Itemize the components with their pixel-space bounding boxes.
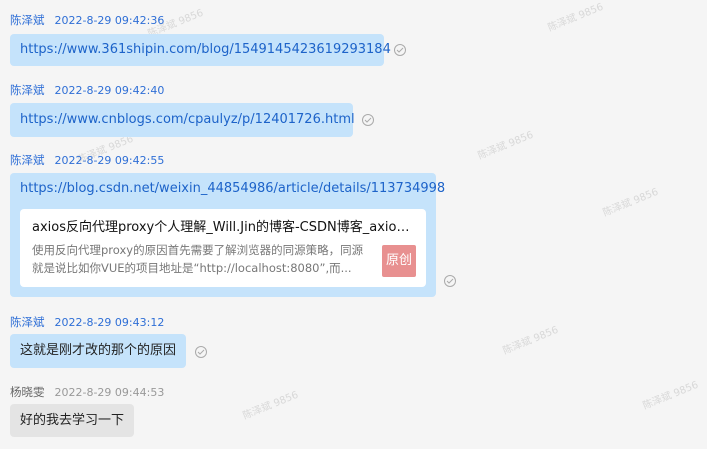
message-header: 陈泽斌 2022-8-29 09:42:40 bbox=[10, 82, 165, 97]
check-circle-icon bbox=[394, 44, 406, 56]
message-link[interactable]: https://www.361shipin.com/blog/154914542… bbox=[20, 42, 391, 57]
message-bubble: https://www.361shipin.com/blog/154914542… bbox=[10, 34, 391, 66]
check-circle-icon bbox=[195, 346, 207, 358]
message: 陈泽斌 2022-8-29 09:42:40 https://www.cnblo… bbox=[10, 82, 374, 137]
check-circle-icon bbox=[444, 275, 456, 287]
link-preview-title: axios反向代理proxy个人理解_Will.Jin的博客-CSDN博客_ax… bbox=[32, 220, 412, 235]
message-header: 陈泽斌 2022-8-29 09:43:12 bbox=[10, 314, 165, 329]
link-preview-description: 使用反向代理proxy的原因首先需要了解浏览器的同源策略，同源 就是说比如你VU… bbox=[32, 243, 364, 275]
timestamp: 2022-8-29 09:44:53 bbox=[54, 386, 165, 399]
message: 杨晓雯 2022-8-29 09:44:53 好的我去学习一下 bbox=[10, 384, 165, 437]
message-bubble: https://www.cnblogs.com/cpaulyz/p/124017… bbox=[10, 103, 355, 137]
message-header: 杨晓雯 2022-8-29 09:44:53 bbox=[10, 384, 165, 399]
sender-name: 杨晓雯 bbox=[10, 385, 45, 399]
sender-name: 陈泽斌 bbox=[10, 83, 45, 97]
check-circle-icon bbox=[362, 114, 374, 126]
message-header: 陈泽斌 2022-8-29 09:42:55 bbox=[10, 152, 165, 167]
timestamp: 2022-8-29 09:42:36 bbox=[54, 14, 165, 27]
watermark: 陈泽斌 9856 bbox=[476, 129, 535, 162]
watermark: 陈泽斌 9856 bbox=[501, 324, 560, 357]
watermark: 陈泽斌 9856 bbox=[601, 186, 660, 219]
message: 陈泽斌 2022-8-29 09:42:55 https://blog.csdn… bbox=[10, 152, 456, 297]
message: 陈泽斌 2022-8-29 09:43:12 这就是刚才改的那个的原因 bbox=[10, 314, 207, 368]
timestamp: 2022-8-29 09:42:55 bbox=[54, 154, 165, 167]
timestamp: 2022-8-29 09:42:40 bbox=[54, 84, 165, 97]
message-link[interactable]: https://www.cnblogs.com/cpaulyz/p/124017… bbox=[20, 112, 355, 127]
original-badge: 原创 bbox=[382, 245, 416, 277]
message-bubble: 这就是刚才改的那个的原因 bbox=[10, 334, 186, 368]
message-bubble: 好的我去学习一下 bbox=[10, 404, 134, 437]
message: 陈泽斌 2022-8-29 09:42:36 https://www.361sh… bbox=[10, 12, 406, 66]
watermark: 陈泽斌 9856 bbox=[546, 1, 605, 34]
message-bubble: https://blog.csdn.net/weixin_44854986/ar… bbox=[10, 173, 445, 297]
message-header: 陈泽斌 2022-8-29 09:42:36 bbox=[10, 12, 165, 27]
message-link[interactable]: https://blog.csdn.net/weixin_44854986/ar… bbox=[20, 181, 445, 196]
sender-name: 陈泽斌 bbox=[10, 153, 45, 167]
sender-name: 陈泽斌 bbox=[10, 315, 45, 329]
timestamp: 2022-8-29 09:43:12 bbox=[54, 316, 165, 329]
sender-name: 陈泽斌 bbox=[10, 13, 45, 27]
watermark: 陈泽斌 9856 bbox=[241, 389, 300, 422]
watermark: 陈泽斌 9856 bbox=[641, 379, 700, 412]
link-preview-card[interactable]: axios反向代理proxy个人理解_Will.Jin的博客-CSDN博客_ax… bbox=[20, 209, 426, 287]
